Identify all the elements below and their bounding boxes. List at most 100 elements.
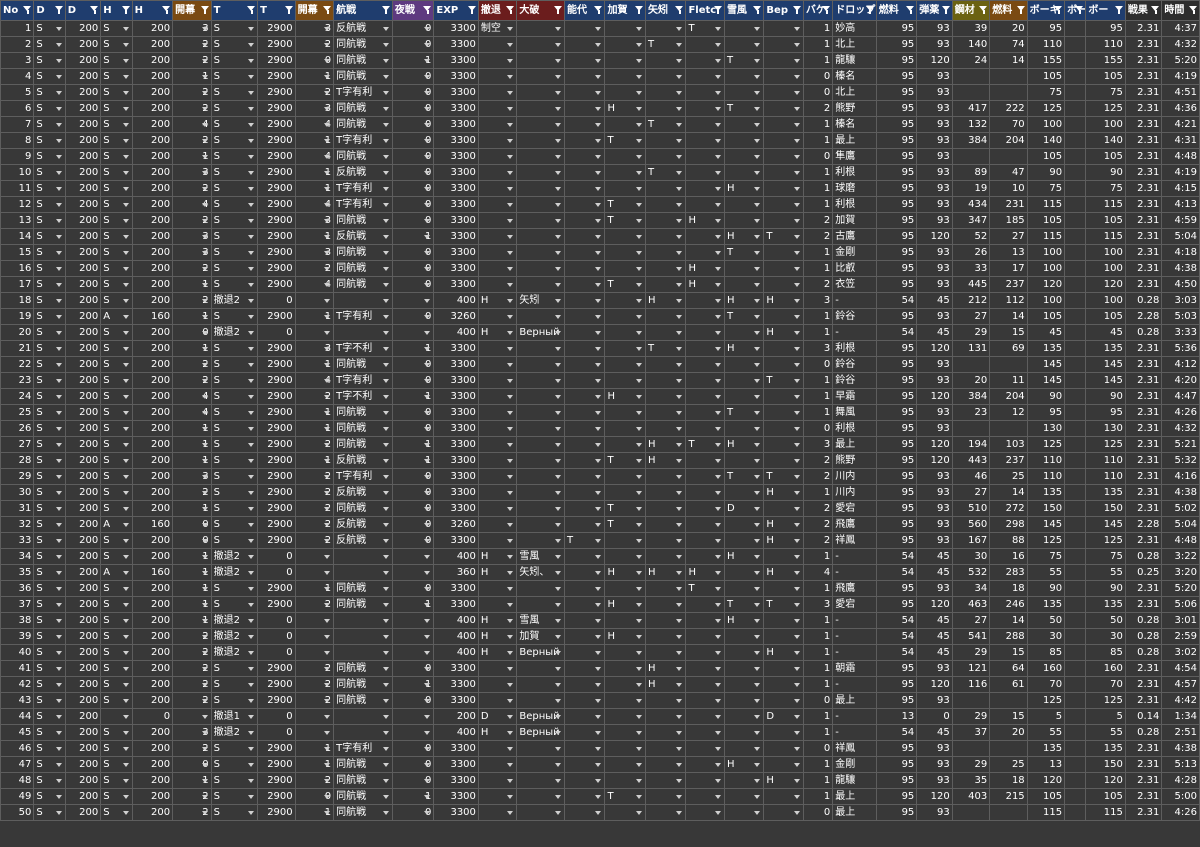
cell-kaisen2[interactable]: 1 xyxy=(294,132,335,149)
cell-kaisen1[interactable]: 0 xyxy=(172,532,212,549)
cell-tettai[interactable]: H xyxy=(477,628,518,645)
cell-h1[interactable]: S xyxy=(100,692,133,709)
column-header-h2[interactable]: H xyxy=(131,0,174,21)
cell-h1[interactable]: S xyxy=(100,548,133,565)
cell-taiha[interactable]: 矢矧、 xyxy=(516,564,565,581)
cell-taiha[interactable] xyxy=(516,692,565,709)
cell-tettai[interactable] xyxy=(477,436,518,453)
cell-d1[interactable]: S xyxy=(33,596,66,613)
cell-t1[interactable]: S xyxy=(210,676,259,693)
cell-t1[interactable]: S xyxy=(210,260,259,277)
cell-d1[interactable]: S xyxy=(33,116,66,133)
cell-kaisen1[interactable]: 2 xyxy=(172,260,212,277)
column-header-yukikaze[interactable]: 雪風 xyxy=(723,0,765,21)
cell-t1[interactable]: S xyxy=(210,596,259,613)
cell-yahagi[interactable] xyxy=(644,356,687,373)
cell-h1[interactable]: S xyxy=(100,612,133,629)
cell-kousen[interactable]: 同航戦 xyxy=(333,420,393,437)
cell-d1[interactable]: S xyxy=(33,740,66,757)
cell-kaga[interactable] xyxy=(604,420,646,437)
cell-fletcher[interactable]: H xyxy=(685,564,725,581)
cell-bep[interactable] xyxy=(763,548,804,565)
cell-taiha[interactable] xyxy=(516,532,565,549)
cell-fletcher[interactable] xyxy=(685,372,725,389)
cell-yahagi[interactable] xyxy=(644,132,687,149)
cell-noshiro[interactable] xyxy=(563,68,606,85)
cell-yukikaze[interactable]: T xyxy=(723,308,765,325)
cell-kaisen2[interactable]: 4 xyxy=(294,196,335,213)
cell-kousen[interactable]: T字有利 xyxy=(333,84,393,101)
cell-yasen[interactable]: 0 xyxy=(391,372,435,389)
cell-yahagi[interactable]: T xyxy=(644,164,687,181)
cell-kaga[interactable] xyxy=(604,20,646,37)
cell-d1[interactable]: S xyxy=(33,660,66,677)
cell-kousen[interactable] xyxy=(333,724,393,741)
cell-yukikaze[interactable] xyxy=(723,580,765,597)
cell-fletcher[interactable] xyxy=(685,676,725,693)
cell-taiha[interactable] xyxy=(516,84,565,101)
column-header-drop[interactable]: ドロップ xyxy=(832,0,877,21)
cell-yahagi[interactable]: H xyxy=(644,292,687,309)
cell-tettai[interactable] xyxy=(477,148,518,165)
cell-bep[interactable]: H xyxy=(763,564,804,581)
cell-fletcher[interactable] xyxy=(685,340,725,357)
cell-kaga[interactable] xyxy=(604,164,646,181)
cell-d1[interactable]: S xyxy=(33,260,66,277)
cell-kaisen1[interactable]: 1 xyxy=(172,596,212,613)
cell-tettai[interactable]: D xyxy=(477,708,518,725)
filter-icon[interactable] xyxy=(979,6,988,14)
cell-kaisen1[interactable]: 2 xyxy=(172,36,212,53)
cell-h1[interactable]: S xyxy=(100,420,133,437)
cell-taiha[interactable] xyxy=(516,756,565,773)
cell-bep[interactable]: H xyxy=(763,292,804,309)
filter-icon[interactable] xyxy=(121,6,131,14)
cell-kaga[interactable] xyxy=(604,324,646,341)
cell-d1[interactable]: S xyxy=(33,244,66,261)
cell-tettai[interactable]: H xyxy=(477,612,518,629)
cell-taiha[interactable] xyxy=(516,404,565,421)
cell-bep[interactable] xyxy=(763,580,804,597)
cell-yukikaze[interactable]: H xyxy=(723,548,765,565)
cell-kaisen2[interactable]: 2 xyxy=(294,676,335,693)
cell-tettai[interactable] xyxy=(477,164,518,181)
cell-fletcher[interactable] xyxy=(685,308,725,325)
cell-kaga[interactable] xyxy=(604,772,646,789)
cell-noshiro[interactable] xyxy=(563,628,606,645)
cell-yahagi[interactable] xyxy=(644,468,687,485)
cell-tettai[interactable] xyxy=(477,500,518,517)
cell-kaisen1[interactable]: 1 xyxy=(172,772,212,789)
filter-icon[interactable] xyxy=(467,6,477,14)
cell-kaga[interactable]: H xyxy=(604,564,646,581)
cell-d1[interactable]: S xyxy=(33,20,66,37)
cell-bep[interactable]: T xyxy=(763,468,804,485)
cell-kaisen1[interactable]: 2 xyxy=(172,676,212,693)
cell-d1[interactable]: S xyxy=(33,52,66,69)
cell-bep[interactable] xyxy=(763,436,804,453)
cell-yukikaze[interactable]: H xyxy=(723,756,765,773)
cell-yukikaze[interactable] xyxy=(723,260,765,277)
filter-icon[interactable] xyxy=(247,6,256,14)
cell-bep[interactable] xyxy=(763,420,804,437)
cell-kaga[interactable]: H xyxy=(604,388,646,405)
cell-t1[interactable]: S xyxy=(210,36,259,53)
cell-fletcher[interactable] xyxy=(685,68,725,85)
column-header-t2[interactable]: T xyxy=(257,0,296,21)
cell-t1[interactable]: S xyxy=(210,404,259,421)
cell-kaisen2[interactable]: 1 xyxy=(294,756,335,773)
cell-noshiro[interactable] xyxy=(563,772,606,789)
cell-yahagi[interactable] xyxy=(644,772,687,789)
cell-yukikaze[interactable] xyxy=(723,148,765,165)
cell-kaisen2[interactable]: 2 xyxy=(294,260,335,277)
cell-yukikaze[interactable] xyxy=(723,116,765,133)
cell-kaga[interactable]: T xyxy=(604,516,646,533)
cell-kaga[interactable] xyxy=(604,644,646,661)
cell-kaisen2[interactable]: 2 xyxy=(294,500,335,517)
cell-yahagi[interactable] xyxy=(644,708,687,725)
cell-t1[interactable]: S xyxy=(210,740,259,757)
cell-kaisen1[interactable]: 4 xyxy=(172,196,212,213)
cell-tettai[interactable] xyxy=(477,596,518,613)
cell-yasen[interactable]: 0 xyxy=(391,404,435,421)
cell-kaisen1[interactable]: 1 xyxy=(172,548,212,565)
cell-kaisen1[interactable]: 1 xyxy=(172,564,212,581)
cell-taiha[interactable] xyxy=(516,36,565,53)
